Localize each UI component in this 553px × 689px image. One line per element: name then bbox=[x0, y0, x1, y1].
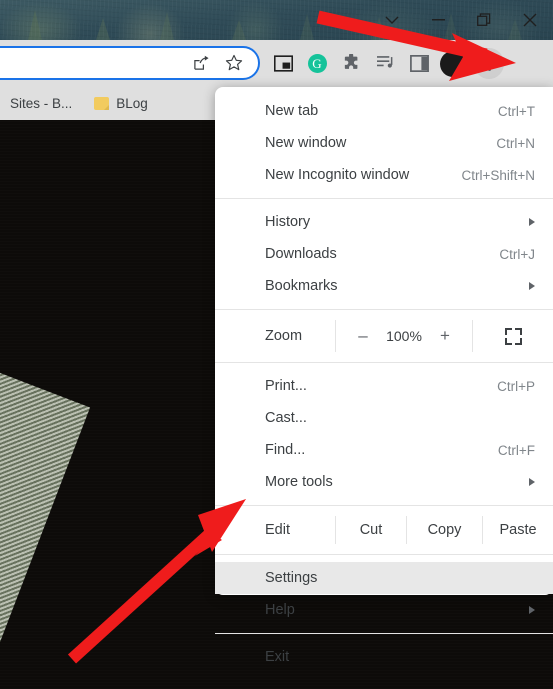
menu-item-label: New tab bbox=[265, 103, 319, 119]
menu-item-shortcut: Ctrl+N bbox=[496, 135, 535, 151]
bookmark-label: BLog bbox=[116, 96, 148, 111]
menu-item-settings[interactable]: Settings bbox=[215, 562, 553, 594]
side-panel-icon[interactable] bbox=[404, 49, 434, 79]
menu-item-label: Downloads bbox=[265, 246, 337, 262]
menu-item-cast[interactable]: Cast... bbox=[215, 402, 553, 434]
avatar-circle bbox=[440, 50, 466, 77]
toolbar-icon-group: G bbox=[268, 40, 504, 87]
zoom-controls: – 100% + bbox=[336, 317, 472, 355]
menu-item-new-incognito-window[interactable]: New Incognito window Ctrl+Shift+N bbox=[215, 159, 553, 191]
menu-item-shortcut: Ctrl+J bbox=[499, 246, 535, 262]
menu-edit-row: Edit Cut Copy Paste bbox=[215, 513, 553, 547]
menu-divider bbox=[215, 505, 553, 506]
browser-window-screenshot: G Sites - B... BLog New tab Ctrl+T New w… bbox=[0, 0, 553, 689]
chevron-right-icon bbox=[529, 478, 535, 486]
extensions-puzzle-icon[interactable] bbox=[336, 49, 366, 79]
menu-item-shortcut: Ctrl+T bbox=[497, 103, 535, 119]
chrome-menu-button[interactable] bbox=[474, 48, 504, 79]
zoom-out-button[interactable]: – bbox=[356, 326, 370, 346]
menu-item-print[interactable]: Print... Ctrl+P bbox=[215, 370, 553, 402]
chevron-right-icon bbox=[529, 606, 535, 614]
menu-item-more-tools[interactable]: More tools bbox=[215, 466, 553, 498]
menu-item-label: Bookmarks bbox=[265, 278, 338, 294]
menu-item-find[interactable]: Find... Ctrl+F bbox=[215, 434, 553, 466]
menu-item-label: New window bbox=[265, 135, 347, 151]
menu-divider bbox=[215, 554, 553, 555]
copy-button[interactable]: Copy bbox=[407, 513, 482, 547]
menu-item-downloads[interactable]: Downloads Ctrl+J bbox=[215, 238, 553, 270]
bookmark-label: Sites - B... bbox=[10, 96, 73, 111]
cut-button[interactable]: Cut bbox=[336, 513, 406, 547]
address-bar[interactable] bbox=[0, 46, 260, 80]
folder-icon bbox=[94, 97, 110, 110]
tab-search-button[interactable] bbox=[369, 0, 415, 40]
media-playlist-icon[interactable] bbox=[370, 49, 400, 79]
three-dot-icon bbox=[474, 48, 504, 79]
edit-label: Edit bbox=[265, 522, 290, 538]
chevron-right-icon bbox=[529, 218, 535, 226]
minimize-button[interactable] bbox=[415, 0, 461, 40]
menu-item-new-tab[interactable]: New tab Ctrl+T bbox=[215, 95, 553, 127]
share-icon[interactable] bbox=[185, 48, 218, 78]
menu-item-bookmarks[interactable]: Bookmarks bbox=[215, 270, 553, 302]
menu-item-shortcut: Ctrl+F bbox=[497, 442, 535, 458]
zoom-label: Zoom bbox=[265, 328, 303, 344]
picture-in-picture-icon[interactable] bbox=[268, 49, 298, 79]
grammarly-glyph: G bbox=[307, 54, 327, 73]
menu-item-shortcut: Ctrl+Shift+N bbox=[461, 167, 535, 183]
menu-zoom-row: Zoom – 100% + bbox=[215, 317, 553, 355]
menu-item-label: Find... bbox=[265, 442, 306, 458]
menu-divider bbox=[215, 362, 553, 363]
menu-item-label: Print... bbox=[265, 378, 307, 394]
menu-item-label: Help bbox=[265, 602, 295, 618]
menu-item-shortcut: Ctrl+P bbox=[497, 378, 535, 394]
menu-item-label: Settings bbox=[265, 570, 318, 586]
menu-item-label: Cast... bbox=[265, 410, 307, 426]
menu-item-exit[interactable]: Exit bbox=[215, 641, 553, 673]
zoom-level-value: 100% bbox=[386, 328, 422, 344]
fullscreen-button[interactable] bbox=[473, 317, 553, 355]
menu-item-label: Exit bbox=[265, 649, 290, 665]
browser-toolbar: G bbox=[0, 40, 553, 87]
menu-item-new-window[interactable]: New window Ctrl+N bbox=[215, 127, 553, 159]
bookmark-item-sites[interactable]: Sites - B... bbox=[2, 93, 80, 114]
chevron-right-icon bbox=[529, 282, 535, 290]
menu-divider bbox=[215, 198, 553, 199]
menu-item-label: History bbox=[265, 214, 311, 230]
chrome-main-menu: New tab Ctrl+T New window Ctrl+N New Inc… bbox=[215, 87, 553, 665]
window-controls bbox=[369, 0, 553, 40]
zoom-in-button[interactable]: + bbox=[438, 326, 452, 346]
profile-avatar[interactable] bbox=[438, 49, 468, 79]
menu-item-label: More tools bbox=[265, 474, 333, 490]
restore-button[interactable] bbox=[461, 0, 507, 40]
menu-item-history[interactable]: History bbox=[215, 206, 553, 238]
grammarly-icon[interactable]: G bbox=[302, 49, 332, 79]
fullscreen-icon bbox=[504, 327, 522, 345]
paste-button[interactable]: Paste bbox=[483, 513, 553, 547]
bookmark-star-icon[interactable] bbox=[218, 48, 251, 78]
menu-divider bbox=[215, 309, 553, 310]
close-button[interactable] bbox=[507, 0, 553, 40]
address-input[interactable] bbox=[0, 55, 185, 71]
menu-divider bbox=[215, 633, 553, 634]
menu-item-label: New Incognito window bbox=[265, 167, 410, 183]
bookmark-item-blog[interactable]: BLog bbox=[86, 93, 156, 114]
menu-item-help[interactable]: Help bbox=[215, 594, 553, 626]
